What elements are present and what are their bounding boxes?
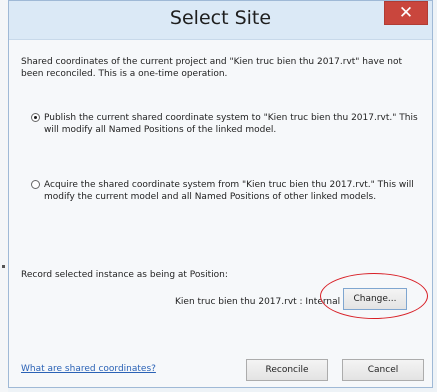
close-icon: ✕ [398, 3, 414, 23]
shared-coordinates-help-link[interactable]: What are shared coordinates? [21, 364, 156, 374]
change-button[interactable]: Change... [343, 288, 407, 310]
instance-position-value: Kien truc bien thu 2017.rvt : Internal [175, 297, 341, 307]
radio-unselected-icon[interactable] [31, 180, 40, 189]
close-button[interactable]: ✕ [384, 1, 428, 25]
dialog-description: Shared coordinates of the current projec… [21, 57, 402, 79]
radio-selected-icon[interactable] [31, 113, 40, 122]
select-site-dialog: Select Site ✕ Shared coordinates of the … [8, 0, 433, 388]
dialog-title: Select Site [169, 7, 272, 29]
background-edge [0, 0, 8, 392]
title-bar: Select Site ✕ [9, 1, 432, 40]
reconcile-button[interactable]: Reconcile [246, 359, 328, 381]
background-mark [2, 265, 5, 268]
option-acquire-label: Acquire the shared coordinate system fro… [44, 180, 414, 202]
record-position-label: Record selected instance as being at Pos… [21, 270, 228, 280]
option-publish-label: Publish the current shared coordinate sy… [44, 113, 418, 135]
cancel-button[interactable]: Cancel [342, 359, 424, 381]
dialog-content: Shared coordinates of the current projec… [9, 40, 432, 387]
